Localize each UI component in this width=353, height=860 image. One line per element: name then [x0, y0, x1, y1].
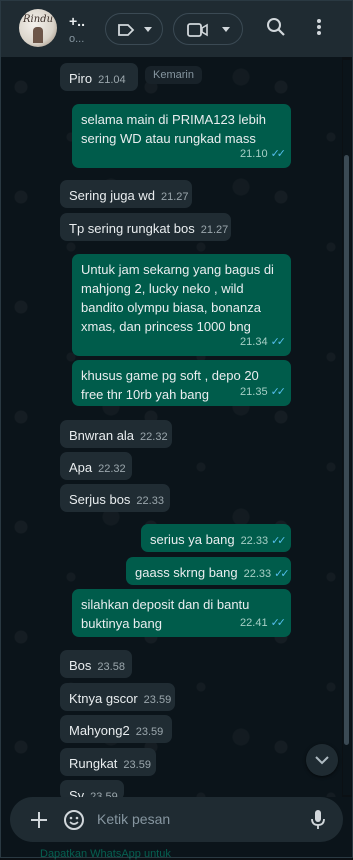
avatar-text: Rindu	[23, 14, 54, 25]
message-outgoing[interactable]: khusus game pg soft , depo 20 free thr 1…	[72, 360, 291, 406]
chevron-down-icon	[315, 756, 329, 765]
message-text: Serjus bos	[69, 492, 131, 507]
message-time: 21.04	[98, 74, 126, 86]
message-time: 23.59	[143, 694, 172, 706]
chevron-down-icon	[144, 27, 152, 32]
avatar-figure	[33, 27, 43, 43]
message-outgoing[interactable]: gaass skrng bang 22.33 ✓✓	[126, 557, 291, 585]
message-input[interactable]: Ketik pesan	[97, 811, 170, 827]
message-incoming[interactable]: Sering juga wd 21.27	[60, 180, 192, 208]
message-time: 22.33	[136, 495, 164, 507]
message-text: Tp sering rungkat bos	[69, 221, 195, 236]
message-time: 22.32	[98, 463, 126, 475]
message-text: Bnwran ala	[69, 428, 135, 443]
video-icon	[187, 23, 208, 37]
message-composer[interactable]	[10, 797, 343, 842]
read-ticks-icon: ✓✓	[270, 617, 287, 629]
plus-icon[interactable]	[30, 811, 48, 829]
message-time: 21.27	[161, 191, 189, 203]
message-incoming[interactable]: Mahyong2 23.59	[60, 715, 172, 743]
message-incoming[interactable]: Apa 22.32	[60, 452, 132, 480]
date-divider: Kemarin	[145, 66, 202, 84]
message-outgoing[interactable]: silahkan deposit dan di bantu buktinya b…	[72, 589, 291, 637]
contact-status: o...	[69, 33, 85, 45]
message-incoming[interactable]: Bos 23.58	[60, 650, 132, 678]
message-text: Mahyong2	[69, 723, 130, 738]
message-text: selama main di PRIMA123 lebih sering WD …	[81, 112, 266, 146]
message-text: Untuk jam sekarng yang bagus di mahjong …	[81, 262, 274, 334]
message-time: 23.59	[123, 759, 151, 771]
message-time: 21.27	[200, 224, 229, 236]
message-text: Sering juga wd	[69, 188, 155, 203]
message-text: Apa	[69, 460, 93, 475]
message-text: silahkan deposit dan di bantu buktinya b…	[81, 597, 250, 631]
read-ticks-icon: ✓✓	[270, 336, 287, 348]
video-call-button[interactable]	[173, 13, 243, 45]
message-time: 22.33	[243, 568, 272, 580]
scroll-to-bottom-button[interactable]	[306, 744, 338, 776]
read-ticks-icon: ✓✓	[270, 148, 287, 160]
message-incoming[interactable]: Piro 21.04	[60, 63, 138, 91]
message-text: gaass skrng bang	[135, 565, 238, 580]
read-ticks-icon: ✓✓	[271, 535, 287, 547]
message-text: Piro	[69, 71, 93, 86]
message-time: 22.33	[240, 535, 269, 547]
message-incoming[interactable]: Ktnya gscor 23.59	[60, 683, 175, 711]
search-icon[interactable]	[266, 17, 286, 37]
message-time: 23.59	[135, 726, 164, 738]
message-text: Rungkat	[69, 756, 118, 771]
label-icon	[118, 24, 135, 36]
mic-icon[interactable]	[310, 809, 326, 831]
message-time: 23.58	[97, 661, 125, 673]
more-vert-icon[interactable]	[312, 17, 326, 37]
chat-header: Rindu +.. o...	[1, 1, 352, 57]
read-ticks-icon: ✓✓	[270, 386, 287, 398]
message-incoming[interactable]: Bnwran ala 22.32	[60, 420, 172, 448]
message-time: 22.41	[240, 617, 268, 629]
read-ticks-icon: ✓✓	[274, 568, 290, 580]
message-time: 21.10	[240, 148, 268, 160]
chevron-down-icon	[222, 27, 230, 32]
chat-scrollbar[interactable]	[343, 60, 351, 795]
message-text: Ktnya gscor	[69, 691, 138, 706]
emoji-icon[interactable]	[63, 809, 85, 831]
scroll-thumb[interactable]	[344, 155, 349, 745]
message-outgoing[interactable]: Untuk jam sekarng yang bagus di mahjong …	[72, 254, 291, 356]
promo-text: Dapatkan WhatsApp untuk	[40, 848, 171, 860]
message-incoming[interactable]: Tp sering rungkat bos 21.27	[60, 213, 231, 241]
message-outgoing[interactable]: selama main di PRIMA123 lebih sering WD …	[72, 104, 291, 168]
avatar[interactable]: Rindu	[19, 9, 57, 47]
label-button[interactable]	[105, 13, 163, 45]
message-time: 22.32	[140, 431, 168, 443]
message-incoming[interactable]: Rungkat 23.59	[60, 748, 156, 776]
message-text: Bos	[69, 658, 92, 673]
message-time: 21.34	[240, 336, 268, 348]
message-incoming[interactable]: Serjus bos 22.33	[60, 484, 170, 512]
contact-name[interactable]: +..	[69, 13, 85, 29]
message-outgoing[interactable]: serius ya bang 22.33 ✓✓	[141, 524, 291, 552]
message-time: 21.35	[240, 386, 268, 398]
message-text: serius ya bang	[150, 532, 235, 547]
